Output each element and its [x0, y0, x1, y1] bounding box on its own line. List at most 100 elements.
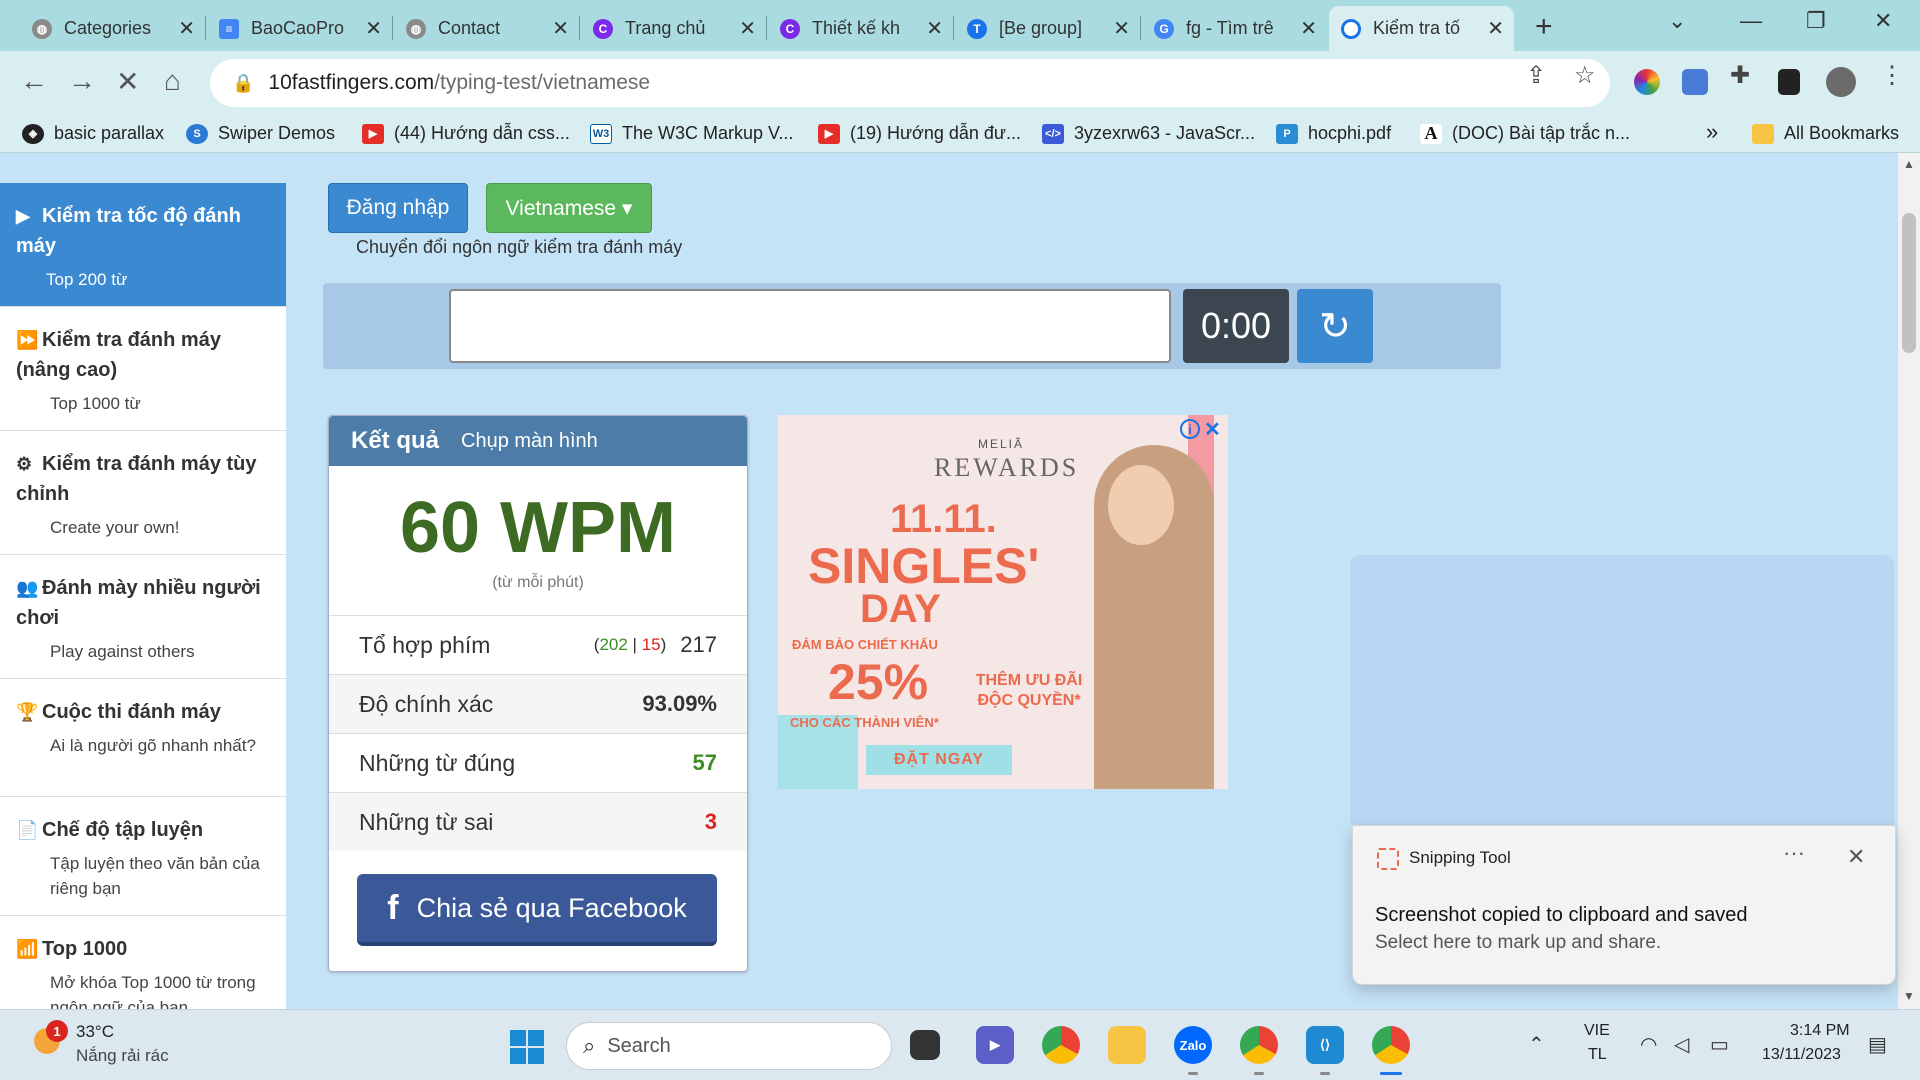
weather-temp: 33°C [76, 1022, 114, 1041]
address-bar[interactable]: 🔒 10fastfingers.com/typing-test/vietname… [210, 59, 1610, 107]
tab-categories[interactable]: ◍ Categories ✕ [20, 6, 206, 51]
sidebar-item-top1000[interactable]: 📶 Top 1000 Mở khóa Top 1000 từ trong ngôn… [0, 916, 286, 1009]
side-panel-icon[interactable] [1778, 69, 1800, 95]
sidebar-item-multiplayer[interactable]: 👥 Đánh mày nhiều người chơi Play against … [0, 555, 286, 679]
task-view-icon[interactable] [910, 1030, 940, 1060]
taskbar-search[interactable]: ⌕ Search [566, 1022, 892, 1070]
scroll-up-icon[interactable]: ▲ [1903, 157, 1915, 171]
sidebar-item-label: Top 1000 [42, 938, 128, 960]
bookmark-w3c-validator[interactable]: W3 The W3C Markup V... [590, 123, 793, 144]
close-icon[interactable]: ✕ [739, 16, 756, 41]
snipping-notification[interactable]: Snipping Tool ··· ✕ Screenshot copied to… [1352, 825, 1896, 985]
windows-start-icon[interactable] [510, 1030, 544, 1064]
tab-trang-chu[interactable]: C Trang chủ ✕ [581, 6, 767, 51]
more-options-icon[interactable]: ··· [1783, 840, 1805, 866]
restore-icon[interactable]: ❐ [1806, 8, 1826, 34]
sidebar-item-advanced[interactable]: ⏩ Kiểm tra đánh máy (nâng cao) Top 1000 t… [0, 307, 286, 431]
typing-input[interactable] [449, 289, 1171, 363]
bookmark-basic-parallax[interactable]: ◈ basic parallax [22, 123, 164, 144]
running-indicator [1320, 1072, 1330, 1075]
meet-icon[interactable]: ▶ [976, 1026, 1014, 1064]
window-close-icon[interactable]: ✕ [1874, 8, 1892, 34]
reload-icon[interactable]: ↻ [1297, 289, 1373, 363]
ad-discount: 25% [828, 654, 929, 710]
close-icon[interactable]: ✕ [1300, 16, 1317, 41]
screenshot-preview[interactable] [1350, 555, 1894, 825]
lock-icon[interactable]: 🔒 [232, 73, 254, 94]
share-icon[interactable]: ⇪ [1526, 61, 1546, 90]
minimize-icon[interactable]: — [1740, 8, 1762, 34]
all-bookmarks-folder[interactable]: All Bookmarks [1752, 123, 1899, 144]
ad-close-icon[interactable]: ✕ [1204, 417, 1221, 442]
color-picker-extension-icon[interactable] [1634, 69, 1660, 95]
result-header: Kết quả Chụp màn hình [329, 416, 747, 466]
menu-kebab-icon[interactable]: ⋮ [1880, 61, 1904, 90]
sidebar-item-competition[interactable]: 🏆 Cuộc thi đánh máy Ai là người gõ nhanh … [0, 679, 286, 797]
chrome-icon[interactable] [1042, 1026, 1080, 1064]
tab-thiet-ke[interactable]: C Thiết kế kh ✕ [768, 6, 954, 51]
tab-contact[interactable]: ◍ Contact ✕ [394, 6, 580, 51]
weather-widget[interactable]: 1 [30, 1020, 68, 1060]
scroll-thumb[interactable] [1902, 213, 1916, 353]
close-icon[interactable]: ✕ [926, 16, 943, 41]
sidebar-item-custom[interactable]: ⚙ Kiểm tra đánh máy tùy chỉnh Create your… [0, 431, 286, 555]
chrome-profile-icon[interactable] [1240, 1026, 1278, 1064]
chrome-active-icon[interactable] [1372, 1026, 1410, 1064]
zalo-icon[interactable]: Zalo [1174, 1026, 1212, 1064]
sidebar-item-speed-test[interactable]: ▶ Kiểm tra tốc độ đánh máy Top 200 từ [0, 183, 286, 307]
login-button[interactable]: Đăng nhập [328, 183, 468, 233]
tray-chevron-icon[interactable]: ⌃ [1528, 1032, 1545, 1057]
input-language[interactable]: VIE [1584, 1022, 1610, 1040]
bookmark-hocphi-pdf[interactable]: P hocphi.pdf [1276, 123, 1391, 144]
facebook-share-button[interactable]: f Chia sẻ qua Facebook [357, 874, 717, 946]
tab-google-search[interactable]: G fg - Tìm trê ✕ [1142, 6, 1327, 51]
ad-cta-button[interactable]: ĐẶT NGAY [866, 745, 1012, 775]
canva-icon: C [593, 18, 613, 39]
bookmark-youtube-css[interactable]: ▶ (44) Hướng dẫn css... [362, 123, 570, 144]
clock-date[interactable]: 13/11/2023 [1762, 1046, 1841, 1064]
file-explorer-icon[interactable] [1108, 1026, 1146, 1064]
typing-bar: 0:00 ↻ [323, 283, 1501, 369]
close-icon[interactable]: ✕ [552, 16, 569, 41]
scroll-down-icon[interactable]: ▼ [1903, 989, 1915, 1003]
bookmark-star-icon[interactable]: ☆ [1574, 61, 1596, 90]
wifi-icon[interactable]: ◠ [1640, 1032, 1657, 1057]
tab-search-chevron-icon[interactable]: ⌄ [1668, 8, 1686, 34]
profile-avatar[interactable] [1826, 67, 1856, 97]
clock-time[interactable]: 3:14 PM [1790, 1022, 1850, 1040]
notification-close-icon[interactable]: ✕ [1847, 844, 1865, 870]
screenshot-link[interactable]: Chụp màn hình [461, 430, 598, 453]
play-icon: ▶ [16, 206, 30, 226]
language-dropdown[interactable]: Vietnamese ▾ [486, 183, 652, 233]
close-icon[interactable]: ✕ [1113, 16, 1130, 41]
advertisement[interactable]: MELIÃ REWARDS 11.11. SINGLES' DAY ĐẢM BẢ… [778, 415, 1228, 789]
back-icon[interactable]: ← [20, 65, 48, 97]
volume-icon[interactable]: ◁ [1674, 1032, 1689, 1057]
sidebar-item-practice[interactable]: 📄 Chế độ tập luyện Tập luyện theo văn bản… [0, 797, 286, 916]
correct-words-row: Những từ đúng 57 [329, 733, 747, 792]
notification-center-icon[interactable]: ▤ [1868, 1032, 1887, 1057]
ad-info-icon[interactable]: i [1180, 419, 1200, 439]
battery-icon[interactable]: ▭ [1710, 1032, 1729, 1057]
tab-be-group[interactable]: T [Be group] ✕ [955, 6, 1141, 51]
tab-kiem-tra-active[interactable]: Kiểm tra tố ✕ [1329, 6, 1514, 51]
translate-extension-icon[interactable] [1682, 69, 1708, 95]
new-tab-plus-icon[interactable]: + [1535, 10, 1553, 44]
extensions-puzzle-icon[interactable]: ✚ [1730, 61, 1750, 90]
bookmark-youtube-guide[interactable]: ▶ (19) Hướng dẫn đư... [818, 123, 1021, 144]
vscode-icon[interactable]: ⟨⟩ [1306, 1026, 1344, 1064]
close-icon[interactable]: ✕ [1487, 16, 1504, 41]
bookmark-doc-bai-tap[interactable]: A (DOC) Bài tập trắc n... [1420, 123, 1630, 144]
home-icon[interactable]: ⌂ [164, 65, 181, 97]
input-method[interactable]: TL [1588, 1046, 1607, 1064]
page-scrollbar[interactable]: ▲ ▼ [1898, 153, 1920, 1009]
tab-baocaopro[interactable]: ≡ BaoCaoPro ✕ [207, 6, 393, 51]
bookmark-swiper-demos[interactable]: S Swiper Demos [186, 123, 335, 144]
close-icon[interactable]: ✕ [365, 16, 382, 41]
close-icon[interactable]: ✕ [178, 16, 195, 41]
more-bookmarks-chevron[interactable]: » [1706, 119, 1718, 145]
forward-icon[interactable]: → [68, 65, 96, 97]
sidebar-item-label: Cuộc thi đánh máy [42, 701, 221, 723]
stop-loading-icon[interactable]: ✕ [116, 65, 139, 98]
bookmark-javascript[interactable]: </> 3yzexrw63 - JavaScr... [1042, 123, 1255, 144]
